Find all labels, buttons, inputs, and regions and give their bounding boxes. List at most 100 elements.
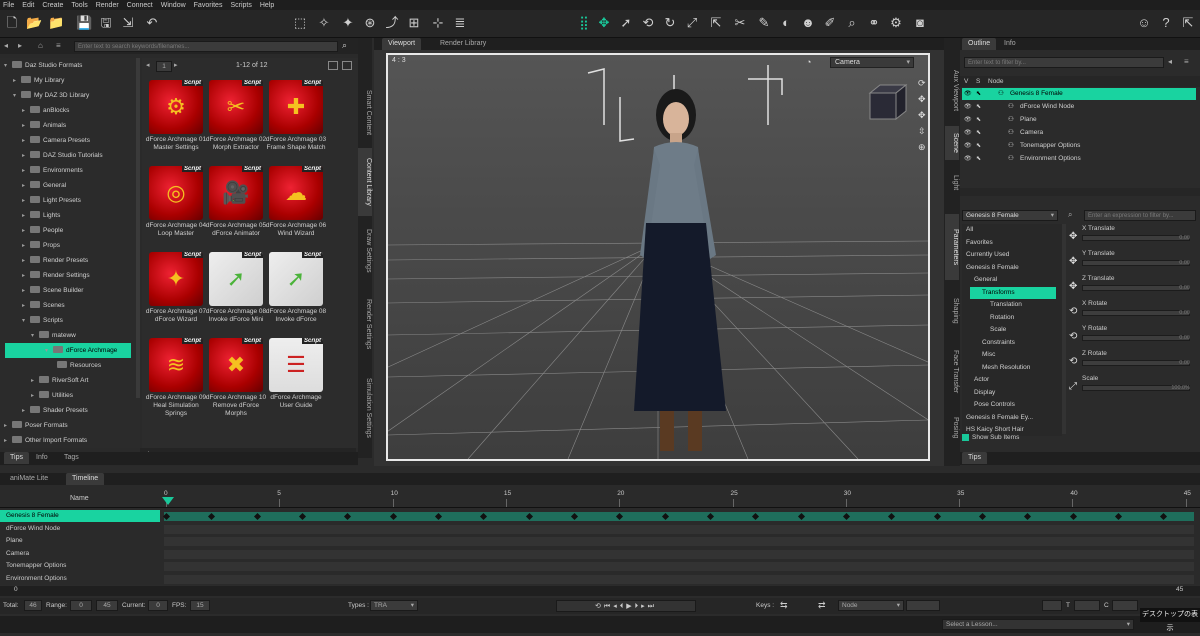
param-slider-track[interactable]: [1082, 310, 1190, 316]
timeline-track[interactable]: [164, 549, 1194, 559]
expand-arrow-icon[interactable]: ▸: [22, 284, 30, 299]
playhead-icon[interactable]: [162, 497, 174, 505]
selectable-icon[interactable]: ⬉: [976, 127, 990, 139]
tab-render-library[interactable]: Render Library: [434, 38, 492, 50]
param-value[interactable]: 0.00: [1179, 285, 1190, 291]
expand-arrow-icon[interactable]: ▸: [22, 269, 30, 284]
viewport-canvas[interactable]: 4 : 3 ◔ Camera ▾ ⟳ ✥ ✥ ⇳ ⊕: [386, 53, 930, 461]
content-thumbnail[interactable]: 🎥 Script dForce Archmage 05 dForce Animato…: [206, 166, 267, 238]
types-select[interactable]: TRA ▾: [370, 600, 418, 611]
page-prev-icon[interactable]: ◂: [146, 61, 154, 71]
new-file-icon[interactable]: 🗋: [4, 15, 20, 31]
tab-tips[interactable]: Tips: [4, 452, 29, 464]
param-slider[interactable]: ⟲ X Rotate 0.00: [1068, 299, 1196, 324]
node-select[interactable]: Node ▾: [838, 600, 904, 611]
expand-arrow-icon[interactable]: ▸: [22, 254, 30, 269]
param-group[interactable]: Genesis 8 Female Ey...: [962, 412, 1058, 425]
menu-render[interactable]: Render: [96, 2, 119, 9]
tab-shaping[interactable]: Shaping: [945, 286, 959, 336]
menu-help[interactable]: Help: [260, 2, 274, 9]
list-icon[interactable]: ≣: [452, 15, 468, 31]
scale-tool-icon[interactable]: ⤢: [684, 15, 700, 31]
visibility-icon[interactable]: 👁: [962, 101, 976, 113]
library-item[interactable]: ▸ My Library: [0, 73, 136, 88]
save-icon[interactable]: 💾: [76, 15, 92, 31]
content-thumbnail[interactable]: ✚ Script dForce Archmage 03 Frame Shape Ma…: [266, 80, 327, 152]
expand-arrow-icon[interactable]: ▸: [22, 209, 30, 224]
content-thumbnail[interactable]: ➚ Script dForce Archmage 08 Invoke dForce: [266, 252, 327, 324]
list-view-icon[interactable]: [342, 61, 352, 70]
expand-arrow-icon[interactable]: ▾: [31, 329, 39, 344]
content-thumbnail[interactable]: ☁ Script dForce Archmage 06 Wind Wizard: [266, 166, 327, 238]
selectable-icon[interactable]: ⬉: [976, 88, 990, 100]
menu-icon[interactable]: ≡: [56, 41, 61, 50]
expand-arrow-icon[interactable]: ▸: [22, 134, 30, 149]
show-sub-items[interactable]: Show Sub Items: [962, 434, 1019, 441]
active-pose-icon[interactable]: ⇱: [708, 15, 724, 31]
tab-light[interactable]: Light: [945, 166, 959, 200]
figure-select[interactable]: Genesis 8 Female ▾: [962, 210, 1058, 221]
last-frame-icon[interactable]: ⏭: [648, 603, 657, 610]
library-item[interactable]: ▸ Render Presets: [0, 253, 136, 268]
param-tree-scrollbar[interactable]: [1062, 224, 1066, 434]
library-item[interactable]: ▾ Daz Studio Formats: [0, 58, 136, 73]
timeline-row[interactable]: Genesis 8 Female: [0, 510, 160, 522]
pose-tool-icon[interactable]: ✧: [316, 15, 332, 31]
timeline-track[interactable]: [164, 512, 1194, 521]
c-field[interactable]: [1112, 600, 1138, 611]
timeline-row[interactable]: dForce Wind Node: [0, 523, 160, 535]
move-tool-icon[interactable]: ✥: [596, 15, 612, 31]
tab-scene-info[interactable]: Info: [998, 38, 1022, 50]
menu-connect[interactable]: Connect: [127, 2, 153, 9]
param-group[interactable]: Favorites: [962, 237, 1058, 250]
merge-icon[interactable]: 📂: [26, 15, 42, 31]
first-frame-icon[interactable]: ⏮: [604, 603, 613, 610]
scene-node-row[interactable]: 👁 ⬉ ⚇ Tonemapper Options: [962, 140, 1196, 152]
expand-arrow-icon[interactable]: ▸: [13, 74, 21, 89]
param-group[interactable]: Misc: [962, 349, 1058, 362]
param-group[interactable]: Scale: [962, 324, 1058, 337]
timeline-row[interactable]: Camera: [0, 548, 160, 560]
tab-render-settings[interactable]: Render Settings: [358, 290, 372, 358]
scene-scrollbar[interactable]: [960, 188, 1200, 196]
zoom-icon[interactable]: ⇳: [918, 123, 928, 139]
library-item[interactable]: ▸ Scene Builder: [0, 283, 136, 298]
key-filter-field[interactable]: [906, 600, 940, 611]
expand-arrow-icon[interactable]: ▾: [13, 89, 21, 104]
checkbox-icon[interactable]: [962, 434, 969, 441]
tab-tags[interactable]: Tags: [58, 452, 85, 464]
view-options-icon[interactable]: ◔: [806, 57, 822, 67]
library-item[interactable]: ▸ Camera Presets: [0, 133, 136, 148]
range-end-field[interactable]: 45: [96, 600, 118, 611]
library-item[interactable]: ▸ Shader Presets: [0, 403, 136, 418]
menu-tools[interactable]: Tools: [71, 2, 87, 9]
page-next-icon[interactable]: ▸: [174, 61, 178, 69]
tab-scene[interactable]: Scene: [945, 126, 959, 160]
forward-icon[interactable]: ▸: [18, 41, 22, 50]
menu-file[interactable]: File: [3, 2, 14, 9]
timeline-row[interactable]: Environment Options: [0, 573, 160, 585]
param-slider-track[interactable]: [1082, 235, 1190, 241]
expand-arrow-icon[interactable]: ▸: [22, 404, 30, 419]
timeline-track[interactable]: [164, 574, 1194, 584]
library-item[interactable]: ▸ anBlocks: [0, 103, 136, 118]
dolly-icon[interactable]: ✥: [918, 107, 928, 123]
library-item[interactable]: Resources: [0, 358, 136, 373]
visibility-icon[interactable]: 👁: [962, 114, 976, 126]
library-item[interactable]: ▸ Lights: [0, 208, 136, 223]
param-group[interactable]: Display: [962, 387, 1058, 400]
param-group[interactable]: All: [962, 224, 1058, 237]
scene-menu-icon[interactable]: ≡: [1184, 57, 1189, 66]
selectable-icon[interactable]: ⬉: [976, 101, 990, 113]
scene-node-row[interactable]: 👁 ⬉ ⚇ Plane: [962, 114, 1196, 126]
pan-icon[interactable]: ✥: [918, 91, 928, 107]
expand-arrow-icon[interactable]: ▸: [22, 164, 30, 179]
visibility-icon[interactable]: 👁: [962, 153, 976, 165]
joint-tool-icon[interactable]: ⊛: [362, 15, 378, 31]
param-slider[interactable]: ⟲ Y Rotate 0.00: [1068, 324, 1196, 349]
param-group[interactable]: Rotation: [962, 312, 1058, 325]
selectable-icon[interactable]: ⬉: [976, 114, 990, 126]
figure-tool-icon[interactable]: ☻: [800, 15, 816, 31]
tab-draw-settings[interactable]: Draw Settings: [358, 222, 372, 280]
library-item[interactable]: ▸ Other Import Formats: [0, 433, 136, 448]
